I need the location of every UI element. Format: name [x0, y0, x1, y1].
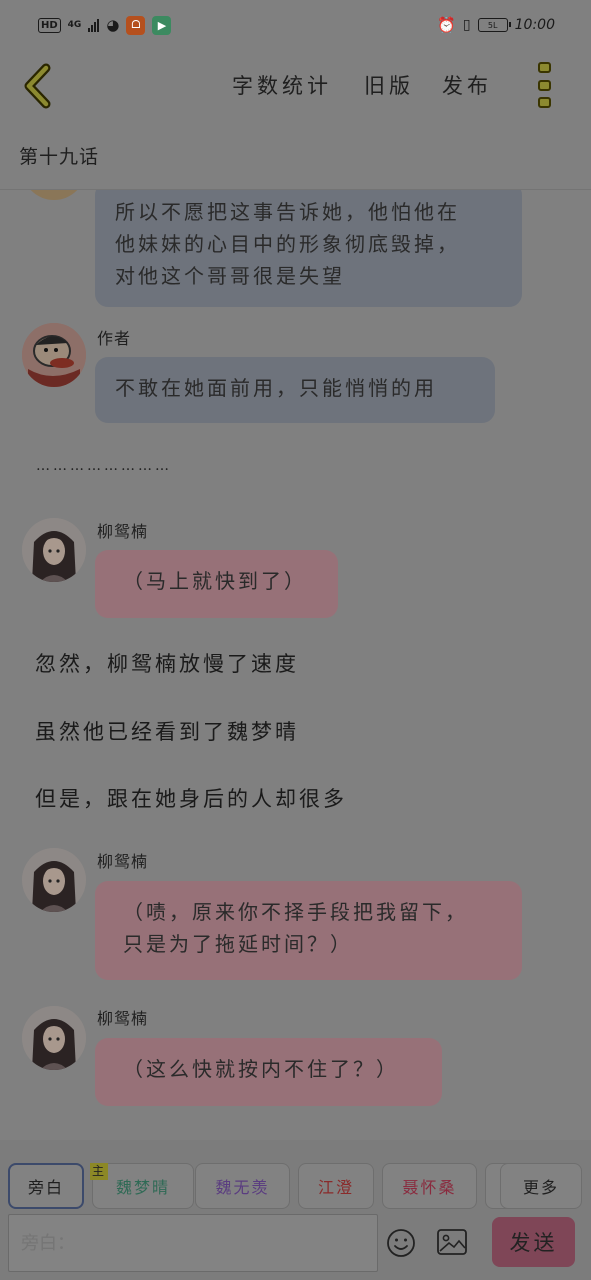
app-icon-play: ▶	[152, 15, 172, 35]
back-button[interactable]	[20, 62, 60, 110]
emoji-button[interactable]	[386, 1228, 416, 1258]
narration-text[interactable]: 但是，跟在她身后的人却很多	[35, 783, 347, 813]
narration-text[interactable]: 虽然他已经看到了魏梦晴	[35, 716, 299, 746]
message-input[interactable]	[8, 1214, 378, 1272]
character-avatar-icon	[22, 1006, 86, 1070]
publish-button[interactable]: 发布	[442, 70, 492, 100]
character-chip-3[interactable]: 江澄	[298, 1163, 374, 1209]
ellipsis-text: ……………………	[36, 458, 172, 474]
character-chip-2[interactable]: 魏无羡	[195, 1163, 290, 1209]
character-name: 魏梦晴	[115, 1178, 170, 1197]
composer-panel: 旁白 主 魏梦晴 魏无羡 江澄 聂怀桑 更多 发送	[0, 1140, 591, 1280]
vibrate-icon: ▯	[462, 17, 471, 33]
toolbar: 字数统计 旧版 发布	[0, 50, 591, 126]
app-icon-orange: ᗝ	[126, 15, 146, 35]
character-selector[interactable]: 旁白 主 魏梦晴 魏无羡 江澄 聂怀桑 更多	[8, 1163, 591, 1211]
emoji-icon	[387, 1229, 415, 1257]
hd-badge: HD	[38, 17, 61, 33]
more-characters-button[interactable]: 更多	[500, 1163, 582, 1209]
avatar-character[interactable]	[22, 1006, 86, 1070]
message-bubble[interactable]: 所以不愿把这事告诉她，他怕他在 他妹妹的心目中的形象彻底毁掉， 对他这个哥哥很是…	[95, 190, 522, 307]
message-line: （啧，原来你不择手段把我留下，	[123, 900, 468, 924]
battery-icon: 5L	[477, 18, 511, 32]
avatar-character[interactable]	[22, 848, 86, 912]
message-bubble[interactable]: （啧，原来你不择手段把我留下， 只是为了拖延时间？）	[95, 881, 522, 980]
clock: 10:00	[514, 17, 555, 33]
more-menu-button[interactable]	[536, 62, 552, 108]
message-bubble[interactable]: （这么快就按内不住了？）	[95, 1038, 442, 1106]
speaker-name: 柳鸳楠	[97, 522, 149, 541]
alarm-icon: ⏰	[437, 16, 456, 34]
image-icon	[437, 1229, 467, 1255]
message-line: 只是为了拖延时间？）	[123, 932, 353, 956]
network-type: 4G	[67, 19, 82, 30]
narration-text[interactable]: 忽然，柳鸳楠放慢了速度	[35, 648, 299, 678]
character-avatar-icon	[22, 848, 86, 912]
send-button[interactable]: 发送	[492, 1217, 575, 1267]
chevron-left-icon	[24, 63, 51, 109]
globe-icon: ◕	[106, 16, 120, 34]
character-chip-narrator[interactable]: 旁白	[8, 1163, 84, 1209]
message-line: 所以不愿把这事告诉她，他怕他在	[115, 200, 460, 224]
image-button[interactable]	[436, 1228, 468, 1256]
message-line: 他妹妹的心目中的形象彻底毁掉，	[115, 232, 460, 256]
speaker-name: 作者	[97, 329, 132, 348]
character-chip-1[interactable]: 主 魏梦晴	[90, 1163, 194, 1209]
chapter-title: 第十九话	[19, 146, 100, 168]
avatar-character[interactable]	[22, 518, 86, 582]
speaker-name: 柳鸳楠	[97, 852, 149, 871]
character-chip-4[interactable]: 聂怀桑	[382, 1163, 477, 1209]
old-version-button[interactable]: 旧版	[364, 70, 414, 100]
cartoon-avatar-icon	[22, 323, 86, 387]
more-vertical-icon	[537, 62, 551, 73]
chat-area[interactable]: 所以不愿把这事告诉她，他怕他在 他妹妹的心目中的形象彻底毁掉， 对他这个哥哥很是…	[0, 190, 591, 1140]
main-character-badge: 主	[90, 1163, 108, 1180]
word-count-button[interactable]: 字数统计	[232, 70, 332, 100]
signal-icon	[88, 18, 100, 32]
avatar[interactable]	[22, 190, 86, 200]
speaker-name: 柳鸳楠	[97, 1009, 149, 1028]
message-bubble[interactable]: 不敢在她面前用，只能悄悄的用	[95, 357, 495, 423]
message-line: 对他这个哥哥很是失望	[115, 264, 345, 288]
avatar-author[interactable]	[22, 323, 86, 387]
character-avatar-icon	[22, 518, 86, 582]
status-bar: HD 4G ◕ ᗝ ▶ ⏰ ▯ 5L 10:00	[0, 0, 591, 50]
message-bubble[interactable]: （马上就快到了）	[95, 550, 338, 618]
